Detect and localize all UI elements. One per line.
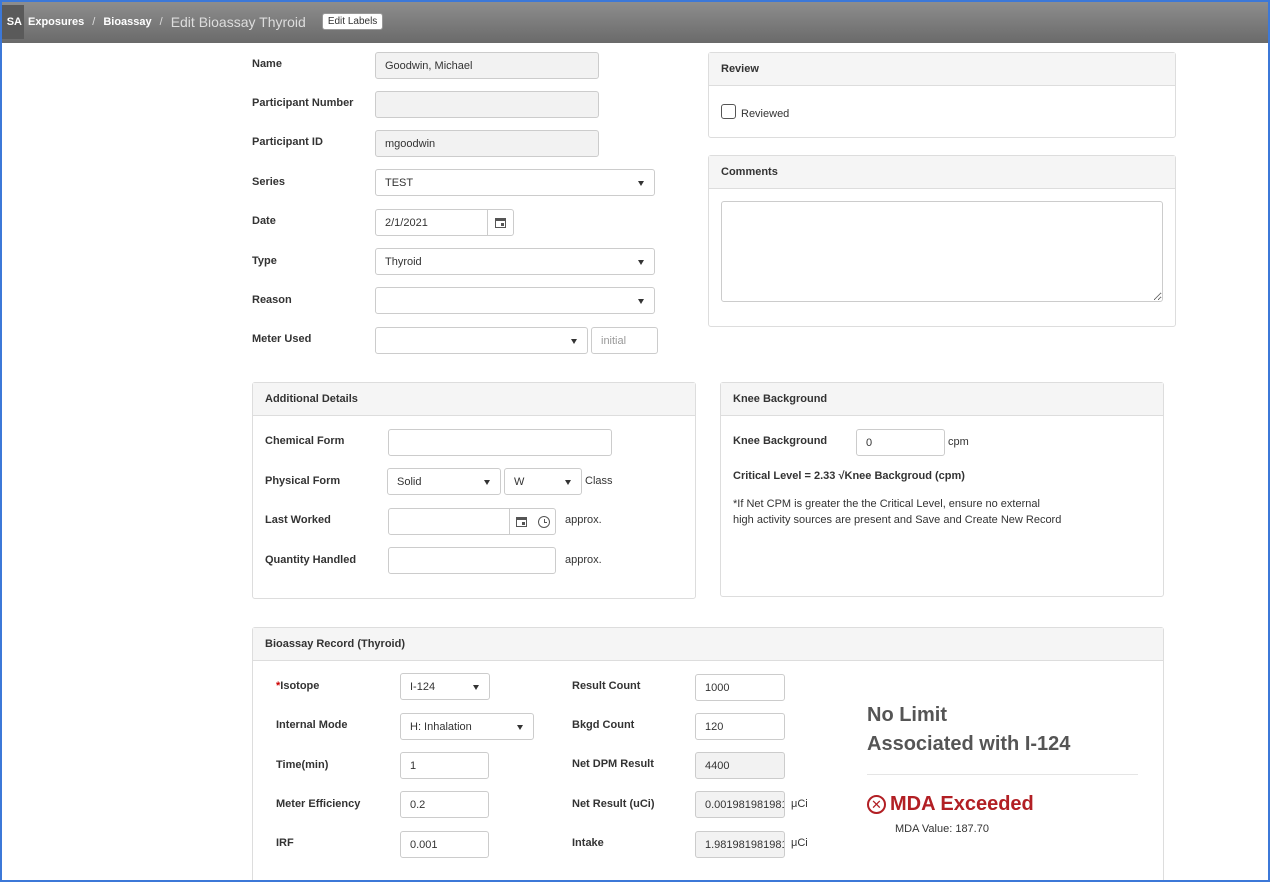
physical-class-select[interactable]: W — [504, 468, 582, 495]
error-circle-icon: ✕ — [867, 795, 886, 814]
mda-value: MDA Value: 187.70 — [895, 823, 989, 835]
result-count-input[interactable]: 1000 — [695, 674, 785, 701]
quantity-handled-input[interactable] — [388, 547, 556, 574]
bioassay-record-title: Bioassay Record (Thyroid) — [253, 628, 1163, 661]
mda-title: MDA Exceeded — [890, 793, 1034, 815]
result-count-label: Result Count — [572, 680, 641, 692]
intake-field[interactable]: 1.981981981981 — [695, 831, 785, 858]
meter-used-select[interactable] — [375, 327, 588, 354]
divider — [867, 774, 1138, 775]
irf-input[interactable]: 0.001 — [400, 831, 489, 858]
meter-initial-input[interactable]: initial — [591, 327, 658, 354]
name-field[interactable]: Goodwin, Michael — [375, 52, 599, 79]
chemical-form-input[interactable] — [388, 429, 612, 456]
comments-textarea[interactable] — [721, 201, 1163, 302]
knee-background-label: Knee Background — [733, 435, 828, 447]
date-label: Date — [252, 215, 276, 227]
date-input[interactable]: 2/1/2021 — [375, 209, 488, 236]
reviewed-label: Reviewed — [741, 108, 790, 120]
knee-unit: cpm — [948, 436, 969, 448]
limit-line1: No Limit — [867, 704, 947, 726]
participant-number-field[interactable] — [375, 91, 599, 118]
physical-form-label: Physical Form — [265, 475, 341, 487]
meter-efficiency-input[interactable]: 0.2 — [400, 791, 489, 818]
last-worked-input[interactable] — [388, 508, 510, 535]
breadcrumb-bar: SA Exposures / Bioassay / Edit Bioassay … — [0, 0, 1270, 43]
intake-label: Intake — [572, 837, 604, 849]
page-title: Edit Bioassay Thyroid — [170, 13, 306, 30]
breadcrumb-separator: / — [159, 15, 163, 28]
net-result-unit: μCi — [791, 798, 808, 810]
chemical-form-label: Chemical Form — [265, 435, 345, 447]
type-select[interactable]: Thyroid — [375, 248, 655, 275]
net-result-field[interactable]: 0.001981981981 — [695, 791, 785, 818]
knee-background-input[interactable]: 0 — [856, 429, 945, 456]
type-label: Type — [252, 255, 277, 267]
critical-level-text: Critical Level = 2.33 √Knee Backgroud (c… — [733, 470, 965, 482]
review-panel: Review — [708, 52, 1176, 138]
clock-icon[interactable] — [537, 515, 550, 528]
knee-note-line1: *If Net CPM is greater the the Critical … — [733, 498, 1040, 510]
limit-line2: Associated with I-124 — [867, 733, 1071, 755]
last-worked-label: Last Worked — [265, 514, 331, 526]
knee-background-panel: Knee Background — [720, 382, 1164, 597]
breadcrumb-exposures[interactable]: Exposures — [28, 16, 84, 28]
calendar-icon[interactable] — [515, 516, 527, 527]
meter-efficiency-label: Meter Efficiency — [276, 798, 361, 810]
participant-id-field[interactable]: mgoodwin — [375, 130, 599, 157]
intake-unit: μCi — [791, 837, 808, 849]
reason-select[interactable] — [375, 287, 655, 314]
name-label: Name — [252, 58, 282, 70]
last-worked-suffix: approx. — [565, 514, 602, 526]
class-label: Class — [585, 475, 613, 487]
additional-details-title: Additional Details — [253, 383, 695, 416]
time-input[interactable]: 1 — [400, 752, 489, 779]
isotope-select[interactable]: I-124 — [400, 673, 490, 700]
knee-note-line2: high activity sources are present and Sa… — [733, 514, 1062, 526]
isotope-label: *Isotope — [276, 680, 320, 692]
participant-number-label: Participant Number — [252, 97, 354, 109]
bkgd-count-label: Bkgd Count — [572, 719, 635, 731]
edit-labels-button[interactable]: Edit Labels — [321, 13, 384, 30]
comments-panel-title: Comments — [709, 156, 1175, 189]
app-logo[interactable]: SA — [0, 4, 24, 39]
internal-mode-select[interactable]: H: Inhalation — [400, 713, 534, 740]
series-select[interactable]: TEST — [375, 169, 655, 196]
net-dpm-field[interactable]: 4400 — [695, 752, 785, 779]
mda-status: ✕ MDA Exceeded — [867, 793, 1034, 816]
bkgd-count-input[interactable]: 120 — [695, 713, 785, 740]
breadcrumb-separator: / — [92, 15, 96, 28]
quantity-handled-suffix: approx. — [565, 554, 602, 566]
time-label: Time(min) — [276, 759, 329, 771]
reviewed-checkbox[interactable] — [721, 104, 736, 119]
calendar-icon — [495, 217, 506, 228]
participant-id-label: Participant ID — [252, 136, 323, 148]
date-picker-button[interactable] — [487, 209, 514, 236]
knee-background-title: Knee Background — [721, 383, 1163, 416]
series-label: Series — [252, 176, 286, 188]
internal-mode-label: Internal Mode — [276, 719, 348, 731]
physical-form-select[interactable]: Solid — [387, 468, 501, 495]
review-panel-title: Review — [709, 53, 1175, 86]
last-worked-picker[interactable] — [509, 508, 556, 535]
quantity-handled-label: Quantity Handled — [265, 554, 357, 566]
net-dpm-label: Net DPM Result — [572, 758, 654, 770]
net-result-label: Net Result (uCi) — [572, 798, 655, 810]
meter-used-label: Meter Used — [252, 333, 312, 345]
reason-label: Reason — [252, 294, 292, 306]
irf-label: IRF — [276, 837, 294, 849]
breadcrumb-bioassay[interactable]: Bioassay — [103, 16, 151, 28]
